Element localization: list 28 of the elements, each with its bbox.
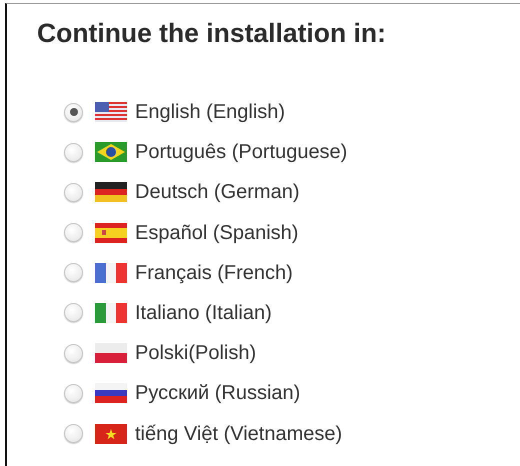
radio-button[interactable] <box>64 303 83 322</box>
flag-icon <box>95 302 127 323</box>
flag-icon <box>95 343 127 364</box>
flag-icon <box>95 182 127 202</box>
language-label[interactable]: Español (Spanish) <box>135 218 298 248</box>
language-label[interactable]: Português (Portuguese) <box>135 137 348 168</box>
language-label[interactable]: Deutsch (German) <box>135 177 300 208</box>
flag-icon <box>95 424 127 444</box>
flag-icon <box>95 383 127 404</box>
language-label[interactable]: Русский (Russian) <box>135 378 300 408</box>
radio-button[interactable] <box>64 424 83 443</box>
radio-button[interactable] <box>64 102 83 122</box>
language-label[interactable]: Polski(Polish) <box>135 338 256 368</box>
radio-button[interactable] <box>64 182 83 202</box>
flag-icon <box>95 222 127 243</box>
language-label[interactable]: Français (French) <box>135 258 293 288</box>
language-label[interactable]: Italiano (Italian) <box>135 298 272 328</box>
heading: Continue the installation in: <box>37 17 387 50</box>
radio-button[interactable] <box>64 344 83 363</box>
flag-icon <box>95 102 127 122</box>
flag-icon <box>95 262 127 283</box>
radio-button[interactable] <box>64 263 83 282</box>
radio-button[interactable] <box>64 142 83 162</box>
radio-button[interactable] <box>64 384 83 403</box>
radio-button[interactable] <box>64 223 83 242</box>
language-label[interactable]: English (English) <box>135 97 286 127</box>
flag-icon <box>95 142 127 162</box>
language-label[interactable]: tiếng Việt (Vietnamese) <box>135 418 342 448</box>
